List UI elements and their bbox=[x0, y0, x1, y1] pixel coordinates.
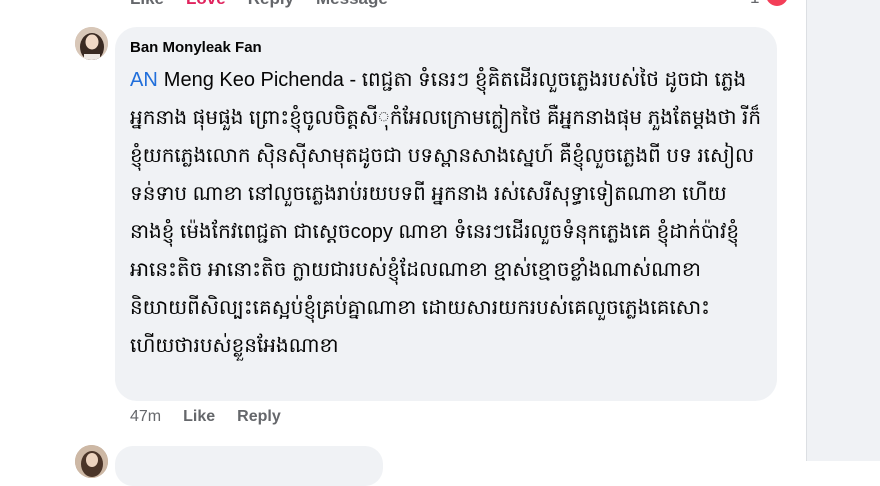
mention-prefix[interactable]: AN bbox=[130, 69, 158, 91]
comment-author[interactable]: Ban Monyleak Fan bbox=[130, 39, 262, 56]
comment-line: ទន់ទាប ណាខា នៅលួចភ្លេងរាប់រយបទពី អ្នកនាង… bbox=[130, 183, 727, 205]
comment-line: អ្នកនាង ផុមផួង ព្រោះខ្ញុំចូលចិត្តសី◌ុកំអ… bbox=[130, 107, 762, 129]
comment-actions: 47m Like Reply bbox=[130, 408, 281, 426]
message-button[interactable]: Message bbox=[316, 0, 388, 9]
comment-reply-button[interactable]: Reply bbox=[237, 408, 281, 426]
comment-line: និយាយពីសិល្បះគេស្អប់ខ្ញុំគ្រប់គ្នាណាខា ដ… bbox=[130, 297, 710, 319]
right-sidebar bbox=[806, 0, 880, 461]
comment-like-button[interactable]: Like bbox=[183, 408, 215, 426]
comment-bubble: Ban Monyleak Fan AN Meng Keo Pichenda - ព… bbox=[115, 27, 777, 401]
mention-name[interactable]: Meng Keo Pichenda bbox=[164, 69, 344, 91]
previous-comment-actions: Like Love Reply Message bbox=[130, 0, 388, 10]
reaction-count[interactable]: 1 bbox=[750, 0, 759, 8]
love-reaction-icon bbox=[764, 0, 790, 8]
comment-line: នាងខ្ញុំ ម៉េងកែវពេជ្ជតា ជាស្ដេចcopy ណាខា… bbox=[130, 221, 740, 243]
comment-line: អានេះតិច អានោះតិច ក្លាយជារបស់ខ្ញុំដែលណាខ… bbox=[130, 259, 701, 281]
next-comment-avatar[interactable] bbox=[75, 445, 108, 478]
profile-photo-icon bbox=[75, 27, 108, 60]
next-comment-bubble bbox=[115, 446, 383, 486]
comment-line: ខ្ញុំយកភ្លេងលោក ស៊ិនស៊ីសាមុតដូចជា បទស្ពា… bbox=[130, 145, 755, 167]
reply-button[interactable]: Reply bbox=[248, 0, 294, 9]
avatar[interactable] bbox=[75, 27, 108, 60]
comment-timestamp[interactable]: 47m bbox=[130, 408, 161, 426]
comments-feed: Like Love Reply Message 1 Ban Monyleak F… bbox=[0, 0, 806, 486]
comment-line: AN Meng Keo Pichenda - ពេជ្ជតា ទំនេរៗ ខ្ញ… bbox=[130, 61, 770, 99]
like-button[interactable]: Like bbox=[130, 0, 164, 9]
comment-line: ហើយថារបស់ខ្លួនអែងណាខា bbox=[130, 335, 339, 357]
comment-text: AN Meng Keo Pichenda - ពេជ្ជតា ទំនេរៗ ខ្ញ… bbox=[130, 61, 770, 365]
profile-photo-icon bbox=[75, 445, 108, 478]
love-button[interactable]: Love bbox=[186, 0, 226, 9]
comment-line-text: - ពេជ្ជតា ទំនេរៗ ខ្ញុំគិតដើរលួចភ្លេងរបស់… bbox=[343, 69, 747, 91]
